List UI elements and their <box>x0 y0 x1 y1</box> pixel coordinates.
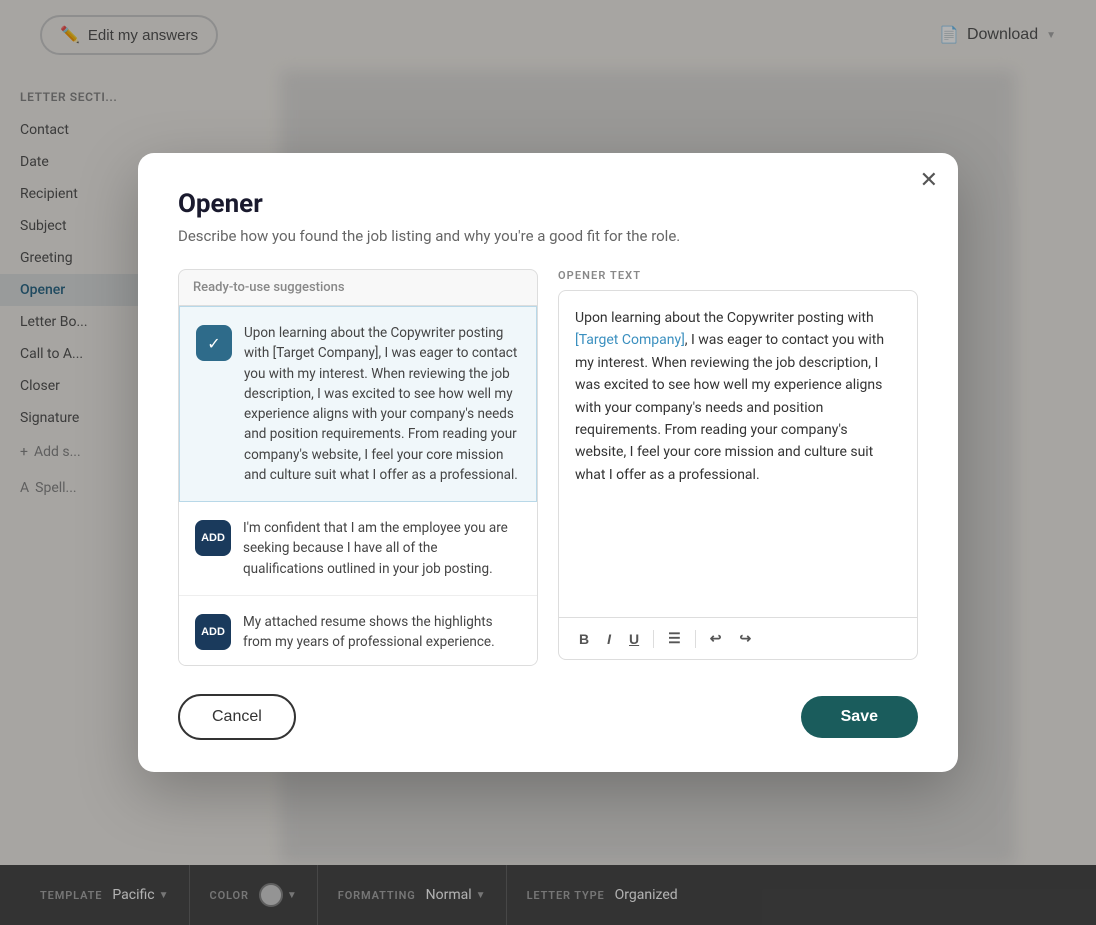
modal-body: Ready-to-use suggestions ✓ Upon learning… <box>178 269 918 666</box>
suggestions-list: ✓ Upon learning about the Copywriter pos… <box>178 306 538 666</box>
opener-modal: ✕ Opener Describe how you found the job … <box>138 153 958 772</box>
toolbar-separator <box>653 630 654 648</box>
editor-text-before: Upon learning about the Copywriter posti… <box>575 310 874 326</box>
modal-overlay: ✕ Opener Describe how you found the job … <box>0 0 1096 925</box>
toolbar-redo-button[interactable]: ↪ <box>733 626 757 651</box>
toolbar-undo-button[interactable]: ↩ <box>704 626 728 651</box>
suggestion-item-3[interactable]: ADD My attached resume shows the highlig… <box>179 596 537 666</box>
toolbar-underline-button[interactable]: U <box>623 627 645 651</box>
toolbar-list-button[interactable]: ☰ <box>662 626 687 651</box>
editor-text-highlight: [Target Company] <box>575 332 685 348</box>
suggestion-add-button-2[interactable]: ADD <box>195 520 231 556</box>
suggestions-label: Ready-to-use suggestions <box>178 269 538 306</box>
save-button[interactable]: Save <box>801 696 918 738</box>
suggestion-add-button-3[interactable]: ADD <box>195 614 231 650</box>
modal-title: Opener <box>178 189 918 219</box>
suggestion-check-icon: ✓ <box>196 325 232 361</box>
modal-close-button[interactable]: ✕ <box>920 169 938 191</box>
suggestion-text-3: My attached resume shows the highlights … <box>243 612 521 653</box>
editor-text-after: , I was eager to contact you with my int… <box>575 332 884 482</box>
editor-toolbar: B I U ☰ ↩ ↪ <box>559 617 917 659</box>
toolbar-bold-button[interactable]: B <box>573 627 595 651</box>
toolbar-italic-button[interactable]: I <box>601 627 617 651</box>
modal-subtitle: Describe how you found the job listing a… <box>178 227 918 245</box>
suggestions-panel: Ready-to-use suggestions ✓ Upon learning… <box>178 269 538 666</box>
suggestion-item-2[interactable]: ADD I'm confident that I am the employee… <box>179 502 537 596</box>
modal-footer: Cancel Save <box>178 694 918 740</box>
editor-panel: OPENER TEXT Upon learning about the Copy… <box>558 269 918 666</box>
cancel-button[interactable]: Cancel <box>178 694 296 740</box>
suggestion-item-1[interactable]: ✓ Upon learning about the Copywriter pos… <box>179 306 537 502</box>
toolbar-separator-2 <box>695 630 696 648</box>
suggestion-text-1: Upon learning about the Copywriter posti… <box>244 323 520 485</box>
editor-box: Upon learning about the Copywriter posti… <box>558 290 918 660</box>
suggestion-text-2: I'm confident that I am the employee you… <box>243 518 521 579</box>
editor-content[interactable]: Upon learning about the Copywriter posti… <box>559 291 917 617</box>
editor-label: OPENER TEXT <box>558 269 918 282</box>
